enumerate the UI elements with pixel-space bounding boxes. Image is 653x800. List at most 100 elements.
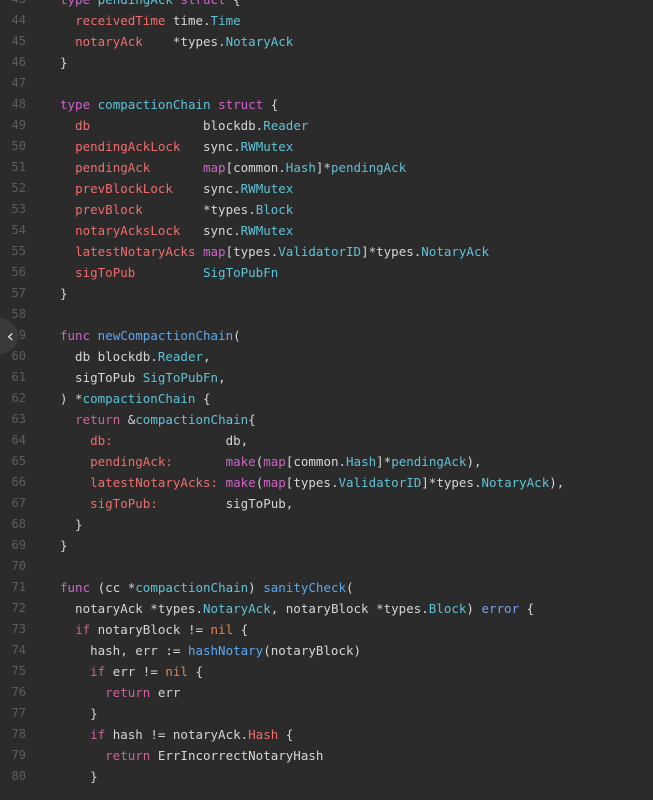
code-token: func [60, 328, 98, 343]
code-token: (cc * [97, 580, 136, 595]
line-number: 49 [11, 118, 26, 132]
line-number: 68 [11, 517, 26, 531]
line-code: } [26, 703, 98, 724]
code-token: RWMutex [240, 223, 294, 238]
line-number: 56 [11, 265, 26, 279]
line-code: } [26, 52, 68, 73]
line-number: 69 [11, 538, 26, 552]
line-number: 48 [11, 97, 26, 111]
code-token: { [278, 727, 294, 742]
code-token: pendingAck: [90, 454, 173, 469]
line-code: } [26, 514, 83, 535]
line-number: 50 [11, 139, 26, 153]
code-token: notaryAck *types. [60, 601, 203, 616]
line-code: type compactionChain struct { [26, 94, 278, 115]
code-token: NotaryAck [203, 601, 271, 616]
code-token: error [481, 601, 520, 616]
line-number: 73 [11, 622, 26, 636]
code-token: nil [210, 622, 234, 637]
code-token: db [75, 118, 203, 133]
code-token: err != [112, 664, 166, 679]
code-token: (notaryBlock) [263, 643, 362, 658]
line-code: notaryAcksLock sync.RWMutex [26, 220, 293, 241]
line-number: 55 [11, 244, 26, 258]
code-line: 48 type compactionChain struct { [0, 94, 653, 115]
code-line: 58 [0, 304, 653, 325]
code-line: 75 if err != nil { [0, 661, 653, 682]
code-token: sigToPub, [157, 496, 294, 511]
code-token: , [203, 349, 211, 364]
code-token: nil [165, 664, 188, 679]
line-code: hash, err := hashNotary(notaryBlock) [26, 640, 361, 661]
code-token: type [60, 0, 98, 7]
line-number: 43 [0, 0, 26, 10]
code-token: *types. [203, 202, 256, 217]
line-code: db: db, [26, 430, 248, 451]
code-token: NotaryAck [225, 34, 294, 49]
line-number: 51 [11, 160, 26, 174]
code-token: ]*types. [421, 475, 482, 490]
line-code: return err [26, 682, 180, 703]
line-code: notaryAck *types.NotaryAck, notaryBlock … [26, 598, 534, 619]
code-token: Block [428, 601, 467, 616]
code-token: } [60, 286, 68, 301]
line-number: 52 [11, 181, 26, 195]
code-token: newCompactionChain [97, 328, 234, 343]
code-token: return [105, 685, 158, 700]
code-token: ValidatorID [278, 244, 362, 259]
code-token: notaryAcksLock [75, 223, 203, 238]
code-token: db blockdb. [60, 349, 158, 364]
code-line: 71 func (cc *compactionChain) sanityCheck… [0, 577, 653, 598]
line-code: return &compactionChain{ [26, 409, 256, 430]
code-token: notaryAck [75, 34, 173, 49]
line-number: 46 [11, 55, 26, 69]
code-token: prevBlock [75, 202, 203, 217]
code-token: Reader [157, 349, 203, 364]
line-code: func (cc *compactionChain) sanityCheck( [26, 577, 354, 598]
line-code: receivedTime time.Time [26, 10, 241, 31]
code-token: pendingAck [75, 160, 203, 175]
code-line: 66 latestNotaryAcks: make(map[types.Vali… [0, 472, 653, 493]
line-code: func newCompactionChain( [26, 325, 241, 346]
code-token: *types. [172, 34, 226, 49]
code-token: map [263, 454, 286, 469]
line-number: 64 [11, 433, 26, 447]
code-token: ]* [315, 160, 331, 175]
code-line: 76 return err [0, 682, 653, 703]
code-token: return [105, 748, 158, 763]
line-number: 72 [11, 601, 26, 615]
code-line: 74 hash, err := hashNotary(notaryBlock) [0, 640, 653, 661]
line-number: 76 [11, 685, 26, 699]
code-line: 77 } [0, 703, 653, 724]
code-token: notaryBlock != [97, 622, 211, 637]
line-code: latestNotaryAcks: make(map[types.Validat… [26, 472, 564, 493]
code-line: 49 db blockdb.Reader [0, 115, 653, 136]
line-number: 71 [11, 580, 26, 594]
code-token: , notaryBlock *types. [270, 601, 429, 616]
line-number: 74 [11, 643, 26, 657]
code-line: 47 [0, 73, 653, 94]
line-code: type pendingAck struct { [26, 0, 241, 10]
code-token: db, [112, 433, 249, 448]
code-line: 80 } [0, 766, 653, 787]
code-token: map [203, 160, 226, 175]
code-token: , [218, 370, 226, 385]
code-line: 69} [0, 535, 653, 556]
line-code: sigToPub SigToPubFn [26, 262, 278, 283]
code-token: ), [466, 454, 482, 469]
line-code: } [26, 766, 98, 787]
line-code: } [26, 283, 68, 304]
code-line: 51 pendingAck map[common.Hash]*pendingAc… [0, 157, 653, 178]
line-code: } [26, 535, 68, 556]
code-token: [common. [225, 160, 286, 175]
line-code: if notaryBlock != nil { [26, 619, 248, 640]
